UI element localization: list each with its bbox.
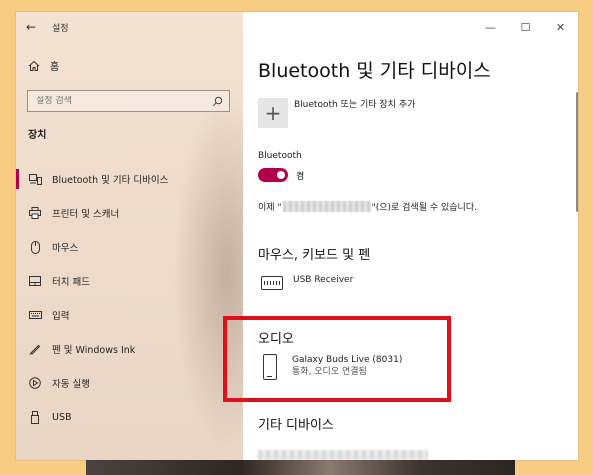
back-arrow-icon: ← xyxy=(25,20,37,34)
redacted-device-list xyxy=(258,450,428,460)
device-name: USB Receiver xyxy=(293,275,354,285)
bluetooth-state: 켬 xyxy=(296,171,305,182)
page-title: Bluetooth 및 기타 디바이스 xyxy=(258,60,491,82)
sidebar-item-usb[interactable]: USB xyxy=(16,400,243,434)
sidebar-item-autoplay[interactable]: 자동 실행 xyxy=(16,366,243,400)
bluetooth-label: Bluetooth xyxy=(258,151,302,161)
back-button[interactable]: ← xyxy=(16,12,46,42)
sidebar-item-label: 입력 xyxy=(52,311,70,322)
redacted-device-name xyxy=(282,201,371,212)
usb-receiver-device[interactable]: USB Receiver xyxy=(261,274,353,290)
other-section-title: 기타 디바이스 xyxy=(258,418,334,433)
sidebar-item-typing[interactable]: 입력 xyxy=(16,298,243,332)
minimize-button[interactable]: — xyxy=(473,12,508,42)
sidebar: ← 설정 홈 장치 Bluetooth 및 기타 디바이스 xyxy=(16,12,243,460)
autoplay-icon xyxy=(28,376,42,390)
sidebar-item-label: 마우스 xyxy=(52,243,79,254)
sidebar-item-pen[interactable]: 펜 및 Windows Ink xyxy=(16,332,243,366)
keyboard-icon xyxy=(28,308,42,322)
search-box[interactable] xyxy=(27,90,230,112)
scrollbar[interactable] xyxy=(576,92,578,212)
touchpad-icon xyxy=(28,274,42,288)
app-title: 설정 xyxy=(52,23,69,34)
add-device-button[interactable]: + xyxy=(258,98,288,128)
sidebar-item-label: USB xyxy=(52,411,72,423)
pen-icon xyxy=(28,342,42,356)
sidebar-item-printers[interactable]: 프린터 및 스캐너 xyxy=(16,196,243,230)
add-device-label[interactable]: Bluetooth 또는 기타 장치 추가 xyxy=(294,97,415,110)
discoverable-text: 이제 " "(으)로 검색될 수 있습니다. xyxy=(258,200,477,213)
sidebar-item-label: Bluetooth 및 기타 디바이스 xyxy=(52,175,169,186)
bluetooth-toggle[interactable] xyxy=(258,168,288,182)
maximize-button[interactable]: ☐ xyxy=(508,12,543,42)
sidebar-item-touchpad[interactable]: 터치 패드 xyxy=(16,264,243,298)
home-link[interactable]: 홈 xyxy=(28,58,59,73)
sidebar-item-label: 자동 실행 xyxy=(52,379,90,390)
discover-prefix: 이제 " xyxy=(258,203,282,213)
sidebar-item-mouse[interactable]: 마우스 xyxy=(16,230,243,264)
plus-icon: + xyxy=(264,101,282,125)
search-icon[interactable] xyxy=(212,96,223,107)
add-device-row[interactable]: + Bluetooth 또는 기타 장치 추가 xyxy=(258,98,415,128)
sidebar-nav: Bluetooth 및 기타 디바이스 프린터 및 스캐너 마우스 터치 패드 xyxy=(16,162,243,434)
sidebar-item-label: 터치 패드 xyxy=(52,277,90,288)
sidebar-section-title: 장치 xyxy=(28,130,47,141)
close-button[interactable]: ✕ xyxy=(543,12,578,42)
bluetooth-toggle-row: 켬 xyxy=(258,168,304,182)
printer-icon xyxy=(28,206,42,220)
usb-icon xyxy=(28,410,42,424)
home-icon xyxy=(28,60,40,71)
sidebar-item-label: 펜 및 Windows Ink xyxy=(52,345,136,356)
mouse-icon xyxy=(28,240,42,254)
keyboard-icon xyxy=(261,276,283,290)
search-input[interactable] xyxy=(36,96,206,106)
sidebar-item-bluetooth[interactable]: Bluetooth 및 기타 디바이스 xyxy=(16,162,243,196)
bluetooth-devices-icon xyxy=(28,172,42,186)
discover-suffix: "(으)로 검색될 수 있습니다. xyxy=(371,203,477,213)
highlight-box xyxy=(223,316,451,402)
window-controls: — ☐ ✕ xyxy=(473,12,578,42)
title-bar: ← 설정 xyxy=(16,12,243,42)
home-label: 홈 xyxy=(50,62,60,73)
input-section-title: 마우스, 키보드 및 펜 xyxy=(258,248,371,263)
sidebar-item-label: 프린터 및 스캐너 xyxy=(52,209,120,220)
